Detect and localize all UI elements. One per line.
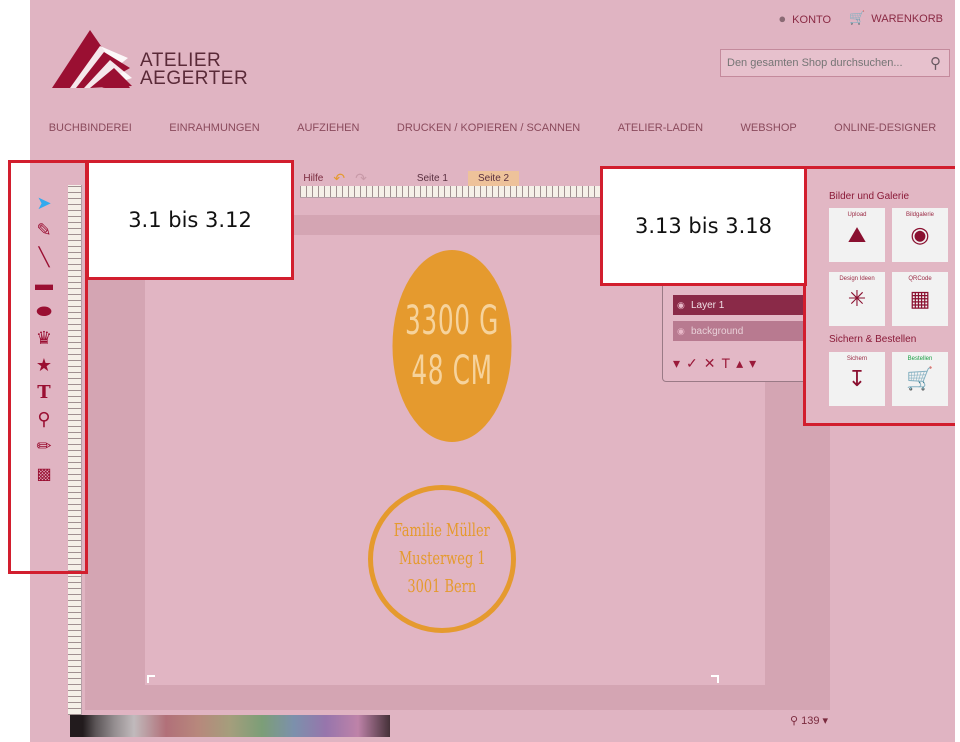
cart-label: WARENKORB [871,13,943,25]
ring-text-city: 3001 Bern [407,576,477,597]
redo-icon[interactable]: ↷ [355,170,367,187]
text-icon[interactable]: T [722,355,731,372]
circle-text-weight: 3300 G [405,298,499,344]
undo-icon[interactable]: ↶ [333,170,345,187]
callout-right: 3.13 bis 3.18 [600,166,807,286]
arrow-down-icon[interactable]: ▾ [749,355,756,372]
nav-item-aufziehen[interactable]: AUFZIEHEN [297,122,359,134]
zoom-control[interactable]: ⚲ 139 ▾ [790,714,828,727]
nav-item-einrahmungen[interactable]: EINRAHMUNGEN [169,122,259,134]
zoom-icon: ⚲ [790,715,802,727]
user-icon: ● [778,10,787,26]
nav-item-online-designer[interactable]: ONLINE-DESIGNER [834,122,936,134]
layers-panel: ◉ Layer 1 ◉ background ▾ ✓ ✕ T ▴ ▾ [662,280,807,382]
pen-icon[interactable]: ♛ [32,328,56,349]
layer-item-background[interactable]: ◉ background [673,321,803,341]
top-links: ● KONTO 🛒 WARENKORB [778,10,943,26]
rectangle-icon[interactable]: ▬ [32,274,56,295]
color-palette[interactable] [70,715,390,737]
pointer-icon[interactable]: ➤ [32,193,56,214]
search-icon[interactable]: ⚲ [930,54,941,72]
horizontal-ruler [300,186,615,198]
crop-mark [711,675,719,683]
account-label: KONTO [792,13,832,26]
cart-link[interactable]: 🛒 WARENKORB [849,10,943,26]
circle-text-length: 48 CM [411,348,493,394]
layer-tools: ▾ ✓ ✕ T ▴ ▾ [673,355,756,372]
tab-page-2[interactable]: Seite 2 [467,171,520,186]
zoom-tool-icon[interactable]: ⚲ [32,409,56,430]
eye-icon[interactable]: ◉ [677,300,685,311]
address-ring[interactable]: Familie Müller Musterweg 1 3001 Bern [368,485,516,633]
ring-text-street: Musterweg 1 [398,548,486,569]
color-swap-icon[interactable]: ▩ [32,463,56,484]
page-frame: ATELIER AEGERTER ● KONTO 🛒 WARENKORB ⚲ BUC… [30,0,955,742]
nav-item-atelier-laden[interactable]: ATELIER-LADEN [618,122,703,134]
search-input[interactable] [727,57,917,69]
text-tool-icon[interactable]: T [32,382,56,403]
line-icon[interactable]: ╲ [32,247,56,268]
highlight-right-panel [803,166,955,426]
pencil-icon[interactable]: ✎ [32,220,56,241]
weight-size-circle[interactable]: 3300 G 48 CM [392,250,512,442]
star-icon[interactable]: ★ [32,355,56,376]
eyedropper-icon[interactable]: ✏ [32,436,56,457]
layer-name: Layer 1 [691,299,725,311]
account-link[interactable]: ● KONTO [778,11,831,26]
ring-text-name: Familie Müller [393,520,491,541]
eye-icon[interactable]: ◉ [677,326,685,337]
layer-item-1[interactable]: ◉ Layer 1 [673,295,803,315]
check-icon[interactable]: ✓ [686,355,698,372]
arrow-up-icon[interactable]: ▴ [736,355,743,372]
tool-palette: ➤ ✎ ╲ ▬ ⬬ ♛ ★ T ⚲ ✏ ▩ [24,193,64,484]
editor-toolbar: ht Hilfe ↶ ↷ Seite 1 Seite 2 [285,170,520,187]
main-nav: BUCHBINDEREI EINRAHMUNGEN AUFZIEHEN DRUC… [30,122,955,134]
layer-name: background [691,325,744,337]
zoom-value: 139 [801,715,820,727]
tab-page-1[interactable]: Seite 1 [407,171,458,186]
callout-left: 3.1 bis 3.12 [86,160,294,280]
brand-name: ATELIER AEGERTER [140,51,249,89]
nav-item-webshop[interactable]: WEBSHOP [740,122,796,134]
ellipse-icon[interactable]: ⬬ [32,301,56,322]
search-box: ⚲ [720,49,950,77]
close-icon[interactable]: ✕ [704,355,716,372]
help-menu[interactable]: Hilfe [303,173,323,184]
cart-icon: 🛒 [849,10,866,25]
brand-line-2: AEGERTER [140,68,249,89]
crop-mark [147,675,155,683]
nav-item-buchbinderei[interactable]: BUCHBINDEREI [49,122,132,134]
nav-item-drucken[interactable]: DRUCKEN / KOPIEREN / SCANNEN [397,122,580,134]
chevron-down-icon[interactable]: ▾ [673,355,680,372]
logo[interactable] [50,28,132,90]
